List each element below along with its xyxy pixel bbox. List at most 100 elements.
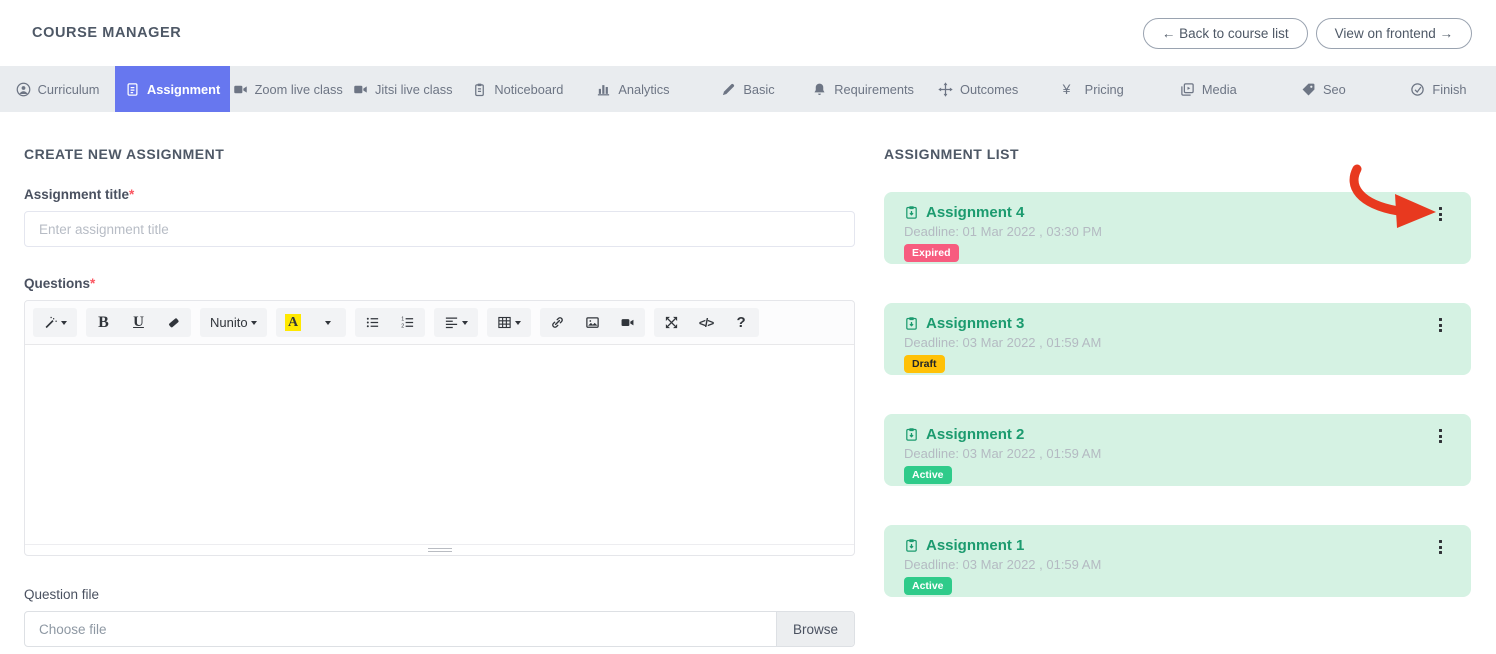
text-color-button[interactable]: A: [276, 308, 311, 337]
tab-label: Curriculum: [38, 82, 100, 97]
assignment-name: Assignment 1: [926, 537, 1024, 554]
code-view-button[interactable]: </>: [689, 308, 724, 337]
bell-icon: [812, 82, 827, 97]
status-badge: Active: [904, 577, 952, 595]
fullscreen-button[interactable]: [654, 308, 689, 337]
assignment-card[interactable]: Assignment 2 Deadline: 03 Mar 2022 , 01:…: [884, 414, 1471, 486]
table-dropdown[interactable]: [487, 308, 531, 337]
clipboard-icon: [472, 82, 487, 97]
assignment-card-title: Assignment 3: [904, 315, 1451, 332]
clipboard-check-icon: [904, 316, 919, 331]
chevron-down-icon: [61, 321, 67, 325]
assignment-title-input[interactable]: [24, 211, 855, 247]
chevron-down-icon: [325, 321, 331, 325]
tab-analytics[interactable]: Analytics: [575, 66, 690, 112]
tab-label: Media: [1202, 82, 1237, 97]
unordered-list-button[interactable]: [355, 308, 390, 337]
link-button[interactable]: [540, 308, 575, 337]
view-on-frontend-button[interactable]: View on frontend →: [1316, 18, 1472, 49]
tab-basic[interactable]: Basic: [690, 66, 805, 112]
clipboard-check-icon: [904, 205, 919, 220]
editor-content[interactable]: [25, 345, 854, 544]
svg-text:1: 1: [401, 317, 404, 323]
tab-label: Noticeboard: [494, 82, 563, 97]
tab-noticeboard[interactable]: Noticeboard: [460, 66, 575, 112]
more-options-icon[interactable]: [1437, 427, 1444, 445]
tab-jitsi-live-class[interactable]: Jitsi live class: [345, 66, 460, 112]
tab-media[interactable]: Media: [1151, 66, 1266, 112]
assignment-name: Assignment 4: [926, 204, 1024, 221]
eraser-icon[interactable]: [156, 308, 191, 337]
ordered-list-button[interactable]: 12: [390, 308, 425, 337]
assignment-name: Assignment 2: [926, 426, 1024, 443]
assignment-deadline: Deadline: 03 Mar 2022 , 01:59 AM: [904, 446, 1451, 461]
help-button[interactable]: ?: [724, 308, 759, 337]
header-actions: ← Back to course list View on frontend →: [1143, 18, 1472, 49]
status-badge: Expired: [904, 244, 959, 262]
insert-image-button[interactable]: [575, 308, 610, 337]
media-icon: [1180, 82, 1195, 97]
yen-icon: ¥: [1063, 82, 1078, 97]
tag-icon: [1301, 82, 1316, 97]
tab-curriculum[interactable]: Curriculum: [0, 66, 115, 112]
more-options-icon[interactable]: [1437, 205, 1444, 223]
tab-seo[interactable]: Seo: [1266, 66, 1381, 112]
editor-toolbar: B U Nunito A: [25, 301, 854, 345]
svg-text:2: 2: [401, 324, 404, 330]
file-placeholder: Choose file: [25, 612, 776, 646]
create-assignment-heading: CREATE NEW ASSIGNMENT: [24, 146, 855, 162]
tab-finish[interactable]: Finish: [1381, 66, 1496, 112]
course-tabs: Curriculum Assignment Zoom live class Ji…: [0, 66, 1496, 112]
required-asterisk: *: [90, 276, 95, 291]
assignment-name: Assignment 3: [926, 315, 1024, 332]
assignment-card[interactable]: Assignment 3 Deadline: 03 Mar 2022 , 01:…: [884, 303, 1471, 375]
bar-chart-icon: [596, 82, 611, 97]
font-family-dropdown[interactable]: Nunito: [200, 308, 267, 337]
tab-label: Analytics: [618, 82, 669, 97]
back-to-course-list-button[interactable]: ← Back to course list: [1143, 18, 1308, 49]
assignment-card-title: Assignment 2: [904, 426, 1451, 443]
tab-requirements[interactable]: Requirements: [806, 66, 921, 112]
color-letter: A: [285, 314, 301, 331]
tab-pricing[interactable]: ¥ Pricing: [1036, 66, 1151, 112]
font-family-value: Nunito: [210, 315, 248, 330]
tab-label: Assignment: [147, 82, 220, 97]
tab-assignment[interactable]: Assignment: [115, 66, 230, 112]
question-file-label: Question file: [24, 587, 855, 602]
assignment-deadline: Deadline: 03 Mar 2022 , 01:59 AM: [904, 335, 1451, 350]
question-file-input[interactable]: Choose file Browse: [24, 611, 855, 647]
insert-video-button[interactable]: [610, 308, 645, 337]
clipboard-check-icon: [904, 538, 919, 553]
chevron-down-icon: [251, 321, 257, 325]
browse-button[interactable]: Browse: [776, 612, 854, 646]
magic-style-button[interactable]: [33, 308, 77, 337]
text-color-dropdown[interactable]: [311, 308, 346, 337]
tab-label: Basic: [743, 82, 774, 97]
tab-outcomes[interactable]: Outcomes: [921, 66, 1036, 112]
user-circle-icon: [16, 82, 31, 97]
paragraph-align-dropdown[interactable]: [434, 308, 478, 337]
clipboard-check-icon: [904, 427, 919, 442]
editor-statusbar: [25, 544, 854, 555]
more-options-icon[interactable]: [1437, 316, 1444, 334]
video-camera-icon: [353, 82, 368, 97]
assignment-card[interactable]: Assignment 1 Deadline: 03 Mar 2022 , 01:…: [884, 525, 1471, 597]
tab-label: Pricing: [1085, 82, 1124, 97]
tab-label: Finish: [1432, 82, 1466, 97]
assignment-card[interactable]: Assignment 4 Deadline: 01 Mar 2022 , 03:…: [884, 192, 1471, 264]
status-badge: Active: [904, 466, 952, 484]
questions-label: Questions*: [24, 276, 855, 291]
assignment-deadline: Deadline: 03 Mar 2022 , 01:59 AM: [904, 557, 1451, 572]
status-badge: Draft: [904, 355, 945, 373]
more-options-icon[interactable]: [1437, 538, 1444, 556]
tab-label: Outcomes: [960, 82, 1018, 97]
resize-handle[interactable]: [428, 548, 452, 552]
bold-button[interactable]: B: [86, 308, 121, 337]
tab-label: Zoom live class: [255, 82, 343, 97]
create-assignment-panel: CREATE NEW ASSIGNMENT Assignment title* …: [24, 146, 855, 647]
tab-zoom-live-class[interactable]: Zoom live class: [230, 66, 345, 112]
file-text-icon: [125, 82, 140, 97]
tab-label: Requirements: [834, 82, 914, 97]
underline-button[interactable]: U: [121, 308, 156, 337]
course-manager-page: COURSE MANAGER ← Back to course list Vie…: [0, 0, 1496, 654]
